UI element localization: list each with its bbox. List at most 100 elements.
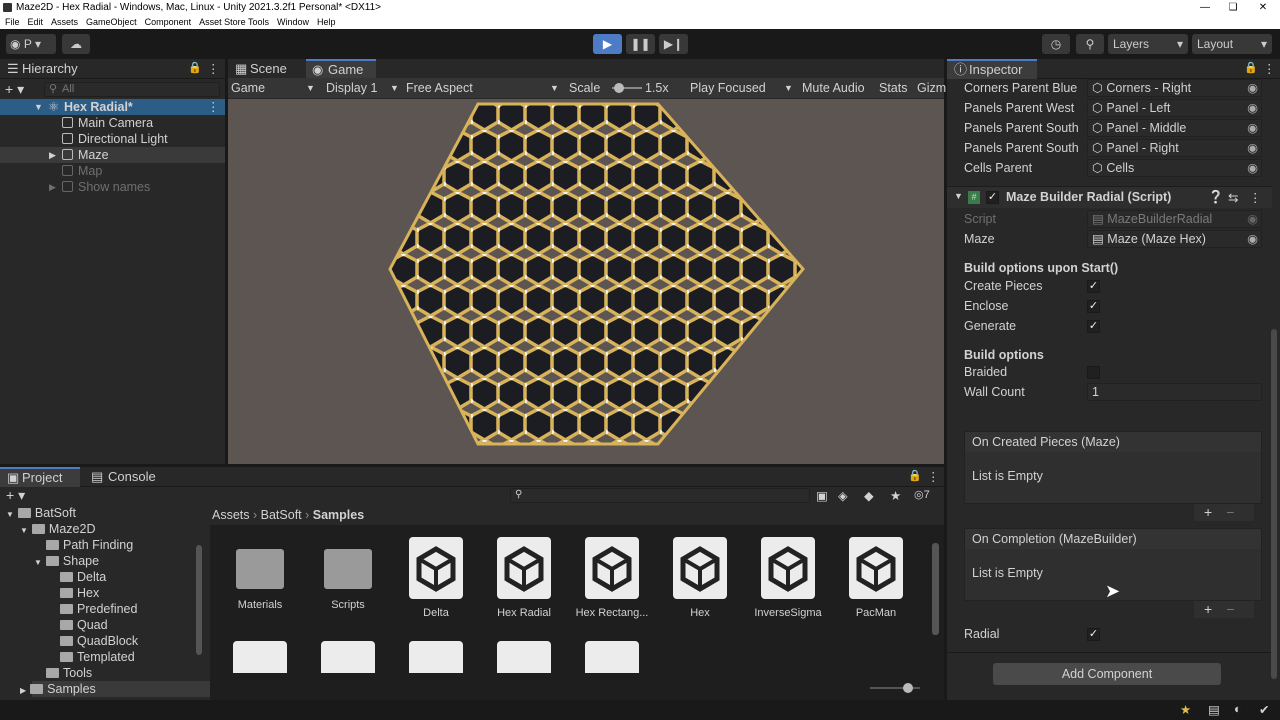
filter-icon[interactable]: ◈ (838, 488, 848, 503)
object-picker-icon[interactable]: ◉ (1247, 100, 1258, 116)
gizmos-toggle[interactable]: Gizm (917, 78, 946, 98)
asset-item[interactable] (220, 641, 300, 673)
hierarchy-search-input[interactable]: ⚲ All (44, 82, 220, 97)
menu-gameobject[interactable]: GameObject (86, 17, 137, 27)
grid-scrollbar[interactable] (932, 543, 939, 635)
folder-tree-item[interactable]: Tools (46, 665, 92, 681)
kebab-menu-icon[interactable]: ⋮ (207, 99, 220, 115)
folder-tree-item[interactable]: ▶ Samples (20, 681, 212, 697)
layers-icon[interactable]: ▤ (1208, 702, 1220, 717)
expand-arrow-icon[interactable]: ▶ (49, 147, 56, 163)
add-component-button[interactable]: Add Component (993, 663, 1221, 685)
check-icon[interactable]: ✔ (1259, 702, 1269, 717)
wall-count-input[interactable]: 1 (1087, 383, 1262, 401)
breadcrumb-samples[interactable]: Samples (313, 508, 364, 522)
hierarchy-item-directional-light[interactable]: Directional Light (0, 131, 225, 147)
menu-window[interactable]: Window (277, 17, 309, 27)
folder-tree-item[interactable]: Quad (60, 617, 108, 633)
object-picker-icon[interactable]: ◉ (1247, 231, 1258, 247)
lock-icon[interactable]: 🔒 (188, 61, 202, 74)
hierarchy-item-show-names[interactable]: ▶ Show names (0, 179, 225, 195)
braided-checkbox[interactable] (1087, 366, 1100, 379)
folder-tree-item[interactable]: Hex (60, 585, 99, 601)
tab-inspector[interactable]: ⓘ Inspector (947, 59, 1037, 79)
kebab-menu-icon[interactable]: ⋮ (1249, 190, 1262, 205)
display-dropdown[interactable]: Display 1 (326, 78, 377, 98)
reference-field[interactable]: ⬡ Panel - Right ◉ (1087, 139, 1262, 157)
lock-icon[interactable]: 🔒 (908, 469, 922, 482)
tab-game[interactable]: ◉ Game (306, 59, 376, 79)
object-picker-icon[interactable]: ◉ (1247, 80, 1258, 96)
component-enabled-checkbox[interactable]: ✓ (986, 191, 999, 204)
zoom-slider-thumb[interactable] (903, 683, 913, 693)
tab-scene[interactable]: ▦ Scene (228, 59, 303, 79)
layers-dropdown[interactable]: Layers ▾ (1108, 34, 1188, 54)
history-icon[interactable]: ◷ (1042, 34, 1070, 54)
breadcrumb-batsoft[interactable]: BatSoft (261, 508, 302, 522)
favorite-icon[interactable]: ★ (890, 488, 901, 503)
object-picker-icon[interactable]: ◉ (1247, 140, 1258, 156)
help-icon[interactable]: ❔ (1208, 190, 1224, 205)
add-icon[interactable]: + ▾ (6, 487, 25, 504)
folder-tree-item[interactable]: Path Finding (46, 537, 133, 553)
label-icon[interactable]: ◆ (864, 488, 874, 503)
mute-audio-toggle[interactable]: Mute Audio (802, 78, 865, 98)
game-mode-dropdown[interactable]: Game (231, 78, 265, 98)
minimize-button[interactable]: — (1190, 0, 1220, 15)
hierarchy-item-maze[interactable]: ▶ Maze (0, 147, 225, 163)
menu-component[interactable]: Component (145, 17, 192, 27)
preset-icon[interactable]: ⇆ (1228, 190, 1238, 205)
aspect-dropdown[interactable]: Free Aspect (406, 78, 473, 98)
close-button[interactable]: ✕ (1248, 0, 1278, 15)
tab-project[interactable]: ▣ Project (0, 467, 80, 487)
expand-arrow-icon[interactable]: ▼ (34, 99, 43, 115)
hierarchy-item-main-camera[interactable]: Main Camera (0, 115, 225, 131)
project-search-input[interactable]: ⚲ (510, 488, 810, 503)
reference-field[interactable]: ⬡ Panel - Left ◉ (1087, 99, 1262, 117)
debug-icon[interactable]: ★ (1180, 702, 1191, 717)
asset-item[interactable]: Hex Rectang... (572, 537, 652, 619)
remove-icon[interactable]: − (1226, 601, 1234, 617)
reference-field[interactable]: ⬡ Corners - Right ◉ (1087, 79, 1262, 97)
layout-dropdown[interactable]: Layout ▾ (1192, 34, 1272, 54)
kebab-menu-icon[interactable]: ⋮ (207, 61, 220, 76)
expand-arrow-icon[interactable]: ▼ (20, 526, 28, 535)
object-picker-icon[interactable]: ◉ (1247, 120, 1258, 136)
tab-hierarchy[interactable]: ☰ Hierarchy (0, 59, 100, 79)
folder-tree-item[interactable]: Delta (60, 569, 106, 585)
add-icon[interactable]: + ▾ (5, 81, 24, 98)
hierarchy-item-map[interactable]: Map (0, 163, 225, 179)
tree-scrollbar[interactable] (196, 545, 202, 655)
lock-icon[interactable]: 🔒 (1244, 61, 1258, 74)
folder-tree-item[interactable]: ▼ BatSoft (6, 505, 76, 521)
hidden-count[interactable]: ◎7 (914, 488, 930, 501)
maximize-button[interactable]: ❏ (1218, 0, 1248, 15)
asset-item[interactable] (484, 641, 564, 673)
menu-help[interactable]: Help (317, 17, 336, 27)
kebab-menu-icon[interactable]: ⋮ (1263, 61, 1276, 76)
cloud-icon[interactable]: ☁ (62, 34, 90, 54)
asset-item[interactable]: Materials (220, 537, 300, 611)
component-header[interactable]: ▼ # ✓ Maze Builder Radial (Script) ❔ ⇆ ⋮ (947, 186, 1272, 208)
expand-arrow-icon[interactable]: ▶ (49, 179, 56, 195)
game-viewport[interactable] (228, 99, 944, 464)
stats-toggle[interactable]: Stats (879, 78, 908, 98)
asset-item[interactable]: Hex (660, 537, 740, 619)
play-button[interactable]: ▶ (593, 34, 622, 54)
object-picker-icon[interactable]: ◉ (1247, 160, 1258, 176)
search-by-type-icon[interactable]: ▣ (816, 488, 828, 503)
step-button[interactable]: ▶❙ (659, 34, 688, 54)
expand-arrow-icon[interactable]: ▼ (6, 510, 14, 519)
inspector-scrollbar[interactable] (1271, 329, 1277, 679)
asset-item[interactable]: PacMan (836, 537, 916, 619)
play-focused-dropdown[interactable]: Play Focused (690, 78, 766, 98)
folder-tree-item[interactable]: ▼ Shape (34, 553, 99, 569)
maze-field[interactable]: ▤ Maze (Maze Hex) ◉ (1087, 230, 1262, 248)
radial-checkbox[interactable]: ✓ (1087, 628, 1100, 641)
folder-tree-item[interactable]: ▼ Maze2D (20, 521, 95, 537)
breadcrumb-assets[interactable]: Assets (212, 508, 250, 522)
enclose-checkbox[interactable]: ✓ (1087, 300, 1100, 313)
add-icon[interactable]: + (1204, 504, 1212, 520)
asset-item[interactable] (396, 641, 476, 673)
asset-item[interactable]: Delta (396, 537, 476, 619)
